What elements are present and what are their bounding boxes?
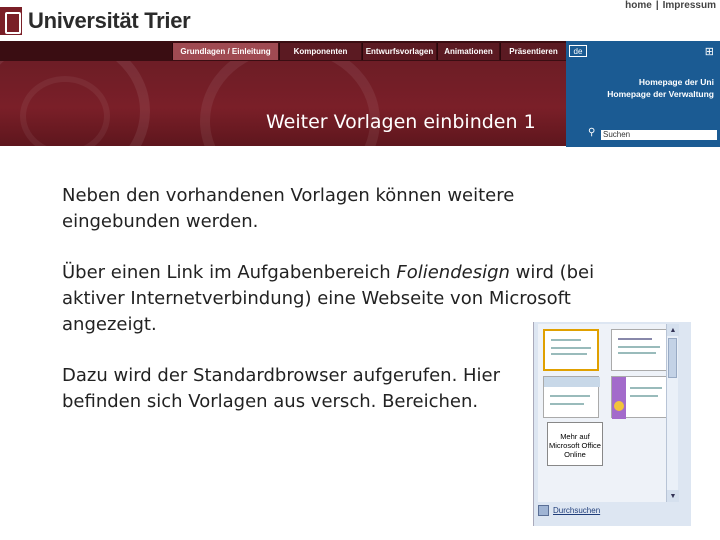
impressum-link[interactable]: Impressum [663, 0, 716, 11]
link-separator: | [655, 0, 659, 11]
paragraph-3: Dazu wird der Standardbrowser aufgerufen… [62, 365, 501, 412]
top-links: home | Impressum [625, 0, 716, 11]
gallery-scrollbar[interactable]: ▲ ▼ [666, 324, 679, 502]
language-switch[interactable]: de [569, 45, 587, 57]
nav-spacer [0, 41, 172, 61]
scroll-up-arrow-icon[interactable]: ▲ [667, 324, 679, 336]
search-icon: ⚲ [588, 127, 596, 138]
browse-link[interactable]: Durchsuchen [538, 505, 600, 516]
logo-text: Universität Trier [28, 8, 191, 33]
slide-body: Neben den vorhandenen Vorlagen können we… [62, 183, 602, 440]
university-emblem-icon [0, 7, 22, 35]
more-templates-online[interactable]: Mehr auf Microsoft Office Online [547, 422, 603, 466]
tab-entwurfsvorlagen[interactable]: Entwurfsvorlagen [362, 43, 436, 60]
tab-animationen[interactable]: Animationen [437, 43, 499, 60]
seal-watermark-right [200, 61, 380, 146]
browse-folder-icon [538, 505, 549, 516]
tab-praesentieren[interactable]: Präsentieren [500, 43, 566, 60]
slide-title: Weiter Vorlagen einbinden 1 [266, 111, 536, 133]
paragraph-1: Neben den vorhandenen Vorlagen können we… [62, 185, 515, 232]
foliendesign-term: Foliendesign [396, 262, 510, 283]
scroll-thumb[interactable] [668, 338, 677, 378]
tab-grundlagen[interactable]: Grundlagen / Einleitung [172, 43, 278, 60]
tab-komponenten[interactable]: Komponenten [279, 43, 361, 60]
template-gallery: Mehr auf Microsoft Office Online ▲ ▼ [538, 324, 679, 502]
search-input[interactable]: Suchen [600, 129, 718, 141]
main-nav: Grundlagen / Einleitung Komponenten Entw… [0, 41, 566, 61]
scroll-down-arrow-icon[interactable]: ▼ [667, 490, 679, 502]
browse-label: Durchsuchen [553, 506, 601, 515]
home-link[interactable]: home [625, 0, 652, 11]
sitemap-icon[interactable]: ⊞ [690, 45, 714, 58]
university-logo[interactable]: Universität Trier [0, 4, 191, 38]
template-thumbnail[interactable] [543, 329, 599, 371]
template-thumbnail[interactable] [543, 376, 600, 418]
template-thumbnail[interactable] [611, 329, 667, 371]
verwaltung-homepage-link[interactable]: Homepage der Verwaltung [607, 89, 714, 99]
side-panel: de ⊞ Homepage der Uni Homepage der Verwa… [566, 41, 720, 147]
seal-watermark-inner [20, 76, 110, 146]
paragraph-2: Über einen Link im Aufgabenbereich Folie… [62, 260, 602, 338]
design-templates-pane: Mehr auf Microsoft Office Online ▲ ▼ Dur… [533, 322, 691, 526]
banner: Weiter Vorlagen einbinden 1 [0, 61, 566, 146]
paragraph-2-start: Über einen Link im Aufgabenbereich [62, 262, 397, 283]
uni-homepage-link[interactable]: Homepage der Uni [639, 77, 714, 87]
template-thumbnail[interactable] [611, 376, 667, 419]
